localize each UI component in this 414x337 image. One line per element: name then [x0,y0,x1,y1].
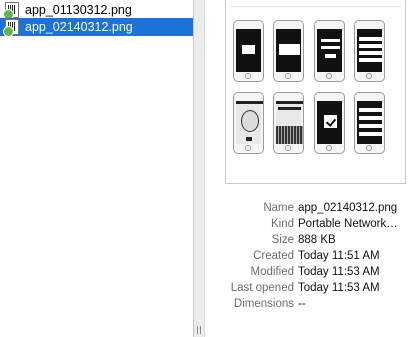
info-value: Today 11:51 AM [298,250,380,262]
resize-grip-icon[interactable] [197,326,202,334]
info-label: Created [253,250,294,262]
file-list-column: app_01130312.png app_02140312.png [0,0,193,337]
png-file-icon [3,2,19,20]
phone-mockup-keyboard [273,92,304,154]
info-row-kind: Kind Portable Network… [205,218,414,234]
info-value: 888 KB [298,234,336,246]
file-row-app-02140312[interactable]: app_02140312.png [0,18,193,37]
info-label: Modified [250,266,294,278]
phone-mockup-menu [354,92,385,154]
info-value: app_02140312.png [298,202,398,214]
preview-column: Name app_02140312.png Kind Portable Netw… [205,0,414,337]
phone-mockup-list [354,20,385,82]
column-resize-divider[interactable] [193,0,205,337]
info-label: Kind [270,218,294,230]
info-label: Dimensions [233,298,294,310]
png-file-icon [3,19,19,37]
file-name: app_01130312.png [25,3,132,17]
info-row-created: Created Today 11:51 AM [205,250,414,266]
info-row-modified: Modified Today 11:53 AM [205,266,414,282]
preview-header-line [230,6,401,10]
info-label: Name [263,202,294,214]
info-value: Today 11:53 AM [298,282,380,294]
info-row-name: Name app_02140312.png [205,202,414,218]
phone-mockup-dialog-1 [233,20,264,82]
info-value: -- [298,298,306,310]
info-value: Today 11:53 AM [298,266,380,278]
info-row-dimensions: Dimensions -- [205,298,414,314]
phone-mockup-dialog-2 [273,20,304,82]
phone-mockup-checkmark [314,92,345,154]
info-label: Size [271,234,294,246]
file-name: app_02140312.png [25,20,133,34]
image-preview [225,0,406,184]
info-value: Portable Network… [298,218,398,230]
info-row-size: Size 888 KB [205,234,414,250]
phone-mockup-meme [233,92,264,154]
info-row-last-opened: Last opened Today 11:53 AM [205,282,414,298]
info-label: Last opened [230,282,294,294]
file-row-app-01130312[interactable]: app_01130312.png [0,1,193,20]
phone-mockup-form [314,20,345,82]
